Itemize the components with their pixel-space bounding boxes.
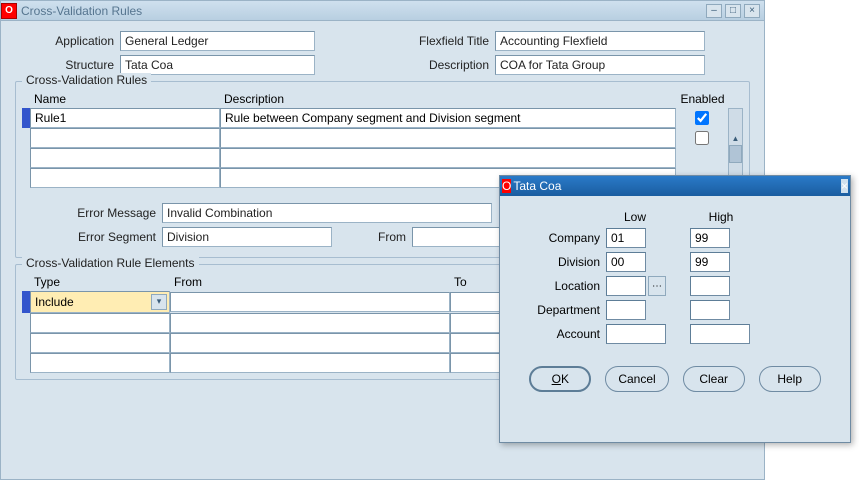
account-high-field[interactable] bbox=[690, 324, 750, 344]
structure-field[interactable]: Tata Coa bbox=[120, 55, 315, 75]
dialog-title: Tata Coa bbox=[511, 179, 841, 193]
rule-enabled-checkbox[interactable] bbox=[695, 131, 709, 145]
oracle-icon: O bbox=[502, 179, 511, 193]
company-high-field[interactable]: 99 bbox=[690, 228, 730, 248]
department-high-field[interactable] bbox=[690, 300, 730, 320]
rule-name-cell[interactable] bbox=[30, 128, 220, 148]
elements-group-label: Cross-Validation Rule Elements bbox=[22, 256, 199, 270]
account-low-field[interactable] bbox=[606, 324, 666, 344]
division-high-field[interactable]: 99 bbox=[690, 252, 730, 272]
rule-name-cell[interactable] bbox=[30, 148, 220, 168]
structure-label: Structure bbox=[15, 58, 120, 72]
flexfield-title-label: Flexfield Title bbox=[395, 34, 495, 48]
dialog-button-row: OK Cancel Clear Help bbox=[516, 366, 834, 392]
location-high-field[interactable] bbox=[690, 276, 730, 296]
rule-description-cell[interactable] bbox=[220, 128, 676, 148]
rules-col-description: Description bbox=[220, 90, 676, 108]
company-label: Company bbox=[516, 231, 606, 245]
company-low-field[interactable]: 01 bbox=[606, 228, 646, 248]
location-lov-button[interactable]: ⋯ bbox=[648, 276, 666, 296]
element-type-cell[interactable] bbox=[30, 333, 170, 353]
dialog-title-bar: O Tata Coa × bbox=[500, 176, 850, 196]
element-from-cell[interactable] bbox=[170, 333, 450, 353]
elements-col-type: Type bbox=[30, 273, 170, 291]
dialog-body: Low High Company 01 99 Division 00 99 Lo… bbox=[500, 196, 850, 406]
col-high-label: High bbox=[692, 210, 750, 224]
element-from-cell[interactable] bbox=[170, 353, 450, 373]
description-field[interactable]: COA for Tata Group bbox=[495, 55, 705, 75]
rule-enabled-checkbox[interactable] bbox=[695, 111, 709, 125]
element-type-cell[interactable] bbox=[30, 353, 170, 373]
rules-row[interactable] bbox=[22, 148, 743, 168]
division-low-field[interactable]: 00 bbox=[606, 252, 646, 272]
department-low-field[interactable] bbox=[606, 300, 646, 320]
error-segment-label: Error Segment bbox=[22, 230, 162, 244]
division-label: Division bbox=[516, 255, 606, 269]
rules-table: Name Description Enabled Rule1 Rule betw… bbox=[22, 90, 743, 189]
dialog-close-button[interactable]: × bbox=[841, 179, 848, 193]
error-segment-field[interactable]: Division bbox=[162, 227, 332, 247]
account-label: Account bbox=[516, 327, 606, 341]
minimize-button[interactable]: ‒ bbox=[706, 4, 722, 18]
department-label: Department bbox=[516, 303, 606, 317]
rules-row[interactable] bbox=[22, 128, 743, 148]
maximize-button[interactable]: □ bbox=[725, 4, 741, 18]
rules-group-label: Cross-Validation Rules bbox=[22, 73, 151, 87]
flexfield-title-field[interactable]: Accounting Flexfield bbox=[495, 31, 705, 51]
close-button[interactable]: × bbox=[744, 4, 760, 18]
rule-description-cell[interactable] bbox=[220, 148, 676, 168]
clear-button[interactable]: Clear bbox=[683, 366, 745, 392]
error-message-field[interactable]: Invalid Combination bbox=[162, 203, 492, 223]
location-label: Location bbox=[516, 279, 606, 293]
element-from-cell[interactable] bbox=[170, 292, 450, 312]
elements-col-from: From bbox=[170, 273, 450, 291]
rule-name-cell[interactable] bbox=[30, 168, 220, 188]
element-type-value: Include bbox=[35, 295, 74, 309]
main-title-bar: O Cross-Validation Rules ‒ □ × bbox=[1, 1, 764, 21]
element-type-dropdown[interactable]: Include ▾ bbox=[30, 291, 170, 313]
error-message-label: Error Message bbox=[22, 206, 162, 220]
element-type-cell[interactable] bbox=[30, 313, 170, 333]
rules-col-name: Name bbox=[30, 90, 220, 108]
oracle-icon: O bbox=[1, 3, 17, 19]
description-label: Description bbox=[395, 58, 495, 72]
from-field[interactable] bbox=[412, 227, 512, 247]
rule-description-cell[interactable]: Rule between Company segment and Divisio… bbox=[220, 108, 676, 128]
element-from-cell[interactable] bbox=[170, 313, 450, 333]
col-low-label: Low bbox=[606, 210, 664, 224]
chevron-down-icon[interactable]: ▾ bbox=[151, 294, 167, 310]
application-label: Application bbox=[15, 34, 120, 48]
location-low-field[interactable] bbox=[606, 276, 646, 296]
cancel-button[interactable]: Cancel bbox=[605, 366, 668, 392]
from-label: From bbox=[332, 230, 412, 244]
rules-col-enabled: Enabled bbox=[676, 90, 728, 108]
rules-row[interactable]: Rule1 Rule between Company segment and D… bbox=[22, 108, 743, 128]
application-field[interactable]: General Ledger bbox=[120, 31, 315, 51]
segment-dialog: O Tata Coa × Low High Company 01 99 Divi… bbox=[499, 175, 851, 443]
rule-name-cell[interactable]: Rule1 bbox=[30, 108, 220, 128]
ok-button[interactable]: OK bbox=[529, 366, 591, 392]
help-button[interactable]: Help bbox=[759, 366, 821, 392]
main-title: Cross-Validation Rules bbox=[21, 4, 703, 18]
